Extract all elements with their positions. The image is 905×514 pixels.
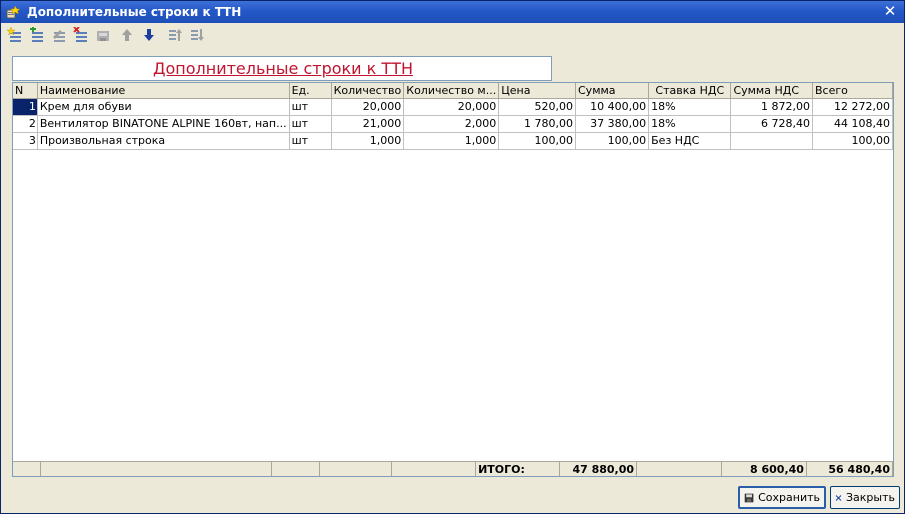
add-row-icon[interactable] [5, 26, 25, 44]
end-edit-icon[interactable] [93, 26, 113, 44]
page-title: Дополнительные строки к ТТН [152, 59, 413, 78]
col-header-vat-sum[interactable]: Сумма НДС [730, 83, 813, 99]
cell-vat-rate[interactable]: 18% [648, 115, 732, 133]
header-box: Дополнительные строки к ТТН [12, 56, 552, 81]
window-title: Дополнительные строки к ТТН [27, 5, 242, 19]
col-header-n[interactable]: N [13, 83, 38, 99]
col-header-qty[interactable]: Количество [331, 83, 405, 99]
title-bar[interactable]: Дополнительные строки к ТТН ✕ [1, 1, 904, 23]
delete-row-icon[interactable] [71, 26, 91, 44]
cell-sum[interactable]: 10 400,00 [575, 98, 650, 116]
table-row[interactable]: 1 Крем для обуви шт 20,000 20,000 520,00… [13, 98, 893, 116]
cell-name[interactable]: Произвольная строка [37, 132, 290, 150]
add-copy-row-icon[interactable] [27, 26, 47, 44]
total-cell-empty [13, 461, 42, 476]
table-header: N Наименование Ед. Количество Количество… [13, 83, 893, 99]
cell-price[interactable]: 1 780,00 [498, 115, 576, 133]
close-button[interactable]: Закрыть [830, 486, 900, 509]
cell-qty-m[interactable]: 1,000 [403, 132, 500, 150]
cell-qty-m[interactable]: 20,000 [403, 98, 500, 116]
sort-asc-icon[interactable] [165, 26, 185, 44]
col-header-sum[interactable]: Сумма [575, 83, 650, 99]
cell-n[interactable]: 1 [13, 98, 38, 116]
cell-total[interactable]: 44 108,40 [812, 115, 893, 133]
dialog-window: Дополнительные строки к ТТН ✕ Дополнител… [0, 0, 905, 514]
close-icon[interactable]: ✕ [882, 3, 898, 20]
table-row[interactable]: 3 Произвольная строка шт 1,000 1,000 100… [13, 132, 893, 150]
cell-vat-sum[interactable]: 1 872,00 [730, 98, 813, 116]
cell-n[interactable]: 3 [13, 132, 38, 150]
cell-vat-rate[interactable]: Без НДС [648, 132, 732, 150]
save-button[interactable]: Сохранить [738, 486, 826, 509]
table-row[interactable]: 2 Вентилятор BINATONE ALPINE 160вт, нап.… [13, 115, 893, 133]
total-cell-empty [271, 461, 321, 476]
cell-total[interactable]: 12 272,00 [812, 98, 893, 116]
cell-unit[interactable]: шт [289, 132, 332, 150]
move-up-icon[interactable] [117, 26, 137, 44]
cell-sum[interactable]: 100,00 [575, 132, 650, 150]
move-down-icon[interactable] [139, 26, 159, 44]
cell-name[interactable]: Крем для обуви [37, 98, 290, 116]
cell-sum[interactable]: 37 380,00 [575, 115, 650, 133]
cell-unit[interactable]: шт [289, 98, 332, 116]
rows-table[interactable]: N Наименование Ед. Количество Количество… [12, 82, 894, 477]
col-header-total[interactable]: Всего [812, 83, 893, 99]
cell-qty[interactable]: 1,000 [331, 132, 405, 150]
col-header-price[interactable]: Цена [498, 83, 576, 99]
cell-name[interactable]: Вентилятор BINATONE ALPINE 160вт, нап... [37, 115, 290, 133]
col-header-name[interactable]: Наименование [37, 83, 290, 99]
edit-row-icon[interactable] [49, 26, 69, 44]
cell-vat-sum[interactable] [730, 132, 813, 150]
save-button-label: Сохранить [758, 491, 820, 504]
totals-table: ИТОГО: 47 880,00 8 600,40 56 480,40 [13, 461, 893, 476]
cell-qty-m[interactable]: 2,000 [403, 115, 500, 133]
total-label: ИТОГО: [475, 461, 561, 476]
close-x-icon [835, 494, 842, 501]
cell-price[interactable]: 520,00 [498, 98, 576, 116]
col-header-qty-m[interactable]: Количество м... [403, 83, 500, 99]
totals-row: ИТОГО: 47 880,00 8 600,40 56 480,40 [13, 461, 893, 476]
toolbar [3, 25, 233, 45]
close-button-label: Закрыть [846, 491, 895, 504]
total-sum: 47 880,00 [559, 461, 638, 476]
cell-qty[interactable]: 21,000 [331, 115, 405, 133]
col-header-vat-rate[interactable]: Ставка НДС [648, 83, 732, 99]
sort-desc-icon[interactable] [187, 26, 207, 44]
total-vat-sum: 8 600,40 [721, 461, 807, 476]
cell-total[interactable]: 100,00 [812, 132, 893, 150]
cell-vat-sum[interactable]: 6 728,40 [730, 115, 813, 133]
cell-n[interactable]: 2 [13, 115, 38, 133]
total-cell-empty [636, 461, 722, 476]
cell-vat-rate[interactable]: 18% [648, 98, 732, 116]
floppy-disk-icon [744, 493, 754, 502]
table-body: N Наименование Ед. Количество Количество… [13, 83, 893, 150]
cell-unit[interactable]: шт [289, 115, 332, 133]
col-header-unit[interactable]: Ед. [289, 83, 332, 99]
total-total: 56 480,40 [806, 461, 893, 476]
total-cell-empty [40, 461, 273, 476]
cell-price[interactable]: 100,00 [498, 132, 576, 150]
cell-qty[interactable]: 20,000 [331, 98, 405, 116]
app-icon [6, 5, 20, 19]
total-cell-empty [319, 461, 393, 476]
total-cell-empty [391, 461, 477, 476]
